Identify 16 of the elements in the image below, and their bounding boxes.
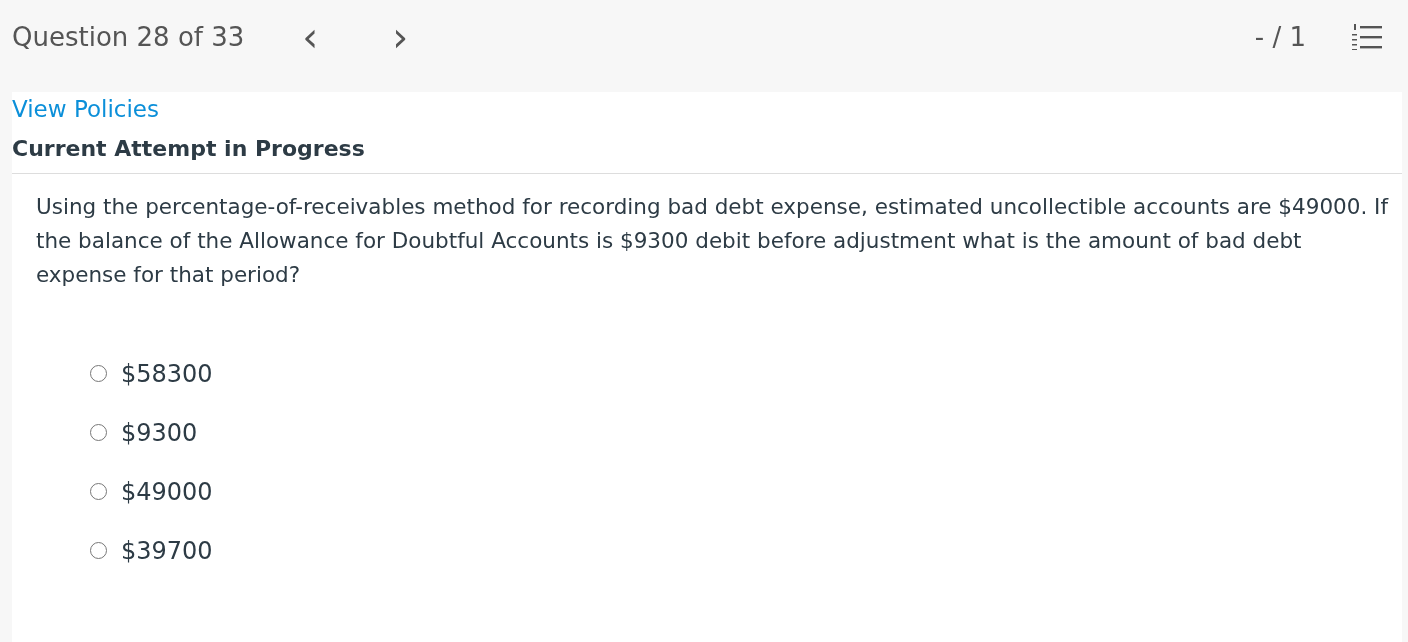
choice-label[interactable]: $58300 bbox=[121, 359, 213, 388]
question-counter: Question 28 of 33 bbox=[12, 22, 245, 52]
next-button[interactable]: › bbox=[386, 17, 415, 57]
attempt-status: Current Attempt in Progress bbox=[12, 136, 1402, 174]
choice-label[interactable]: $39700 bbox=[121, 536, 213, 565]
choice-label[interactable]: $9300 bbox=[121, 418, 198, 447]
view-policies-link[interactable]: View Policies bbox=[12, 96, 159, 122]
radio-button[interactable] bbox=[90, 542, 107, 559]
radio-button[interactable] bbox=[90, 365, 107, 382]
score: - / 1 bbox=[1254, 22, 1306, 52]
choice-label[interactable]: $49000 bbox=[121, 477, 213, 506]
previous-button[interactable]: ‹ bbox=[296, 17, 325, 57]
question-text: Using the percentage-of-receivables method for recording bad debt expense, estimated uncollectible accounts are $49000. If the balance of the Allowance for Doubtful Accounts is $9300 debit before adjustment what is the amount of bad debt expense for that period? bbox=[35, 193, 1390, 289]
numbered-list-icon[interactable] bbox=[1352, 24, 1382, 50]
radio-button[interactable] bbox=[90, 424, 107, 441]
radio-button[interactable] bbox=[90, 483, 107, 500]
